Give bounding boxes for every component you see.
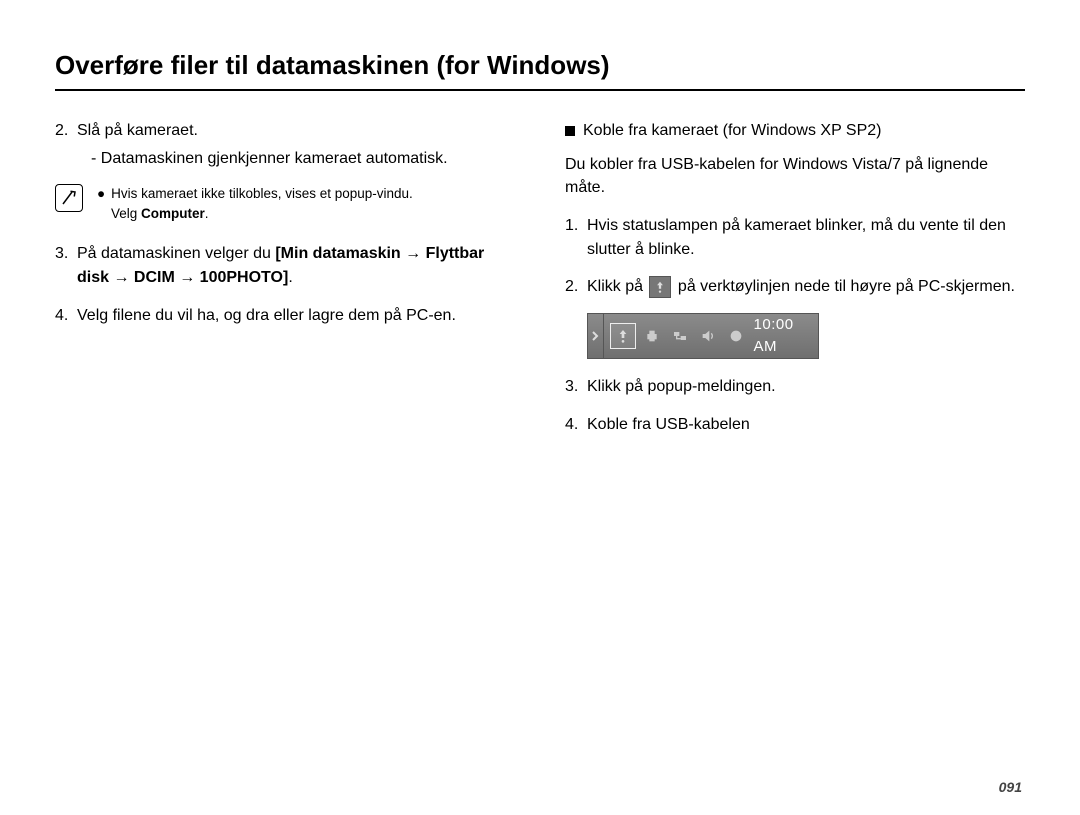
r-step-1: 1. Hvis statuslampen på kameraet blinker… xyxy=(565,214,1025,261)
page-title: Overføre filer til datamaskinen (for Win… xyxy=(55,50,1025,91)
step-2: 2. Slå på kameraet. - Datamaskinen gjenk… xyxy=(55,119,515,170)
step-subtext: - Datamaskinen gjenkjenner kameraet auto… xyxy=(91,147,515,171)
two-column-layout: 2. Slå på kameraet. - Datamaskinen gjenk… xyxy=(55,119,1025,450)
note-line-1: Hvis kameraet ikke tilkobles, vises et p… xyxy=(111,184,413,204)
subheading: Koble fra kameraet (for Windows XP SP2) xyxy=(565,119,1025,143)
step-body: Slå på kameraet. - Datamaskinen gjenkjen… xyxy=(77,119,515,170)
eject-usb-icon xyxy=(649,276,671,298)
notification-icon xyxy=(724,324,748,348)
r-step-2: 2. Klikk på på verktøylinjen nede til hø… xyxy=(565,275,1025,299)
volume-icon xyxy=(696,324,720,348)
r2-pre: Klikk på xyxy=(587,278,647,295)
network-icon xyxy=(668,324,692,348)
eject-usb-icon xyxy=(610,323,636,349)
step-number: 4. xyxy=(565,413,587,437)
manual-page: Overføre filer til datamaskinen (for Win… xyxy=(0,0,1080,815)
step-text: Slå på kameraet. xyxy=(77,122,198,139)
step-number: 2. xyxy=(55,119,77,170)
step-body: Klikk på popup-meldingen. xyxy=(587,375,1025,399)
printer-icon xyxy=(640,324,664,348)
note-line-2-post: . xyxy=(205,206,209,221)
step-body: Koble fra USB-kabelen xyxy=(587,413,1025,437)
step-number: 4. xyxy=(55,304,77,328)
note-text: ● Hvis kameraet ikke tilkobles, vises et… xyxy=(97,184,515,224)
r-step-4: 4. Koble fra USB-kabelen xyxy=(565,413,1025,437)
note-line-2-bold: Computer xyxy=(141,206,205,221)
step-body: Klikk på på verktøylinjen nede til høyre… xyxy=(587,275,1025,299)
step3-pre: På datamaskinen velger du xyxy=(77,245,275,262)
step-3: 3. På datamaskinen velger du [Min datama… xyxy=(55,242,515,289)
tray-clock: 10:00 AM xyxy=(754,314,818,358)
step-number: 3. xyxy=(565,375,587,399)
paragraph: Du kobler fra USB-kabelen for Windows Vi… xyxy=(565,153,1025,200)
step-body: Velg filene du vil ha, og dra eller lagr… xyxy=(77,304,515,328)
step-number: 1. xyxy=(565,214,587,261)
tray-icons xyxy=(604,323,754,349)
note-box: ● Hvis kameraet ikke tilkobles, vises et… xyxy=(55,184,515,224)
step-body: Hvis statuslampen på kameraet blinker, m… xyxy=(587,214,1025,261)
step3-post: . xyxy=(288,269,292,286)
page-number: 091 xyxy=(999,779,1022,795)
square-bullet-icon xyxy=(565,126,575,136)
left-column: 2. Slå på kameraet. - Datamaskinen gjenk… xyxy=(55,119,515,450)
systray-screenshot: 10:00 AM xyxy=(587,313,819,359)
bullet: ● xyxy=(97,184,105,204)
r-step-3: 3. Klikk på popup-meldingen. xyxy=(565,375,1025,399)
step-4: 4. Velg filene du vil ha, og dra eller l… xyxy=(55,304,515,328)
note-line-2-pre: Velg xyxy=(111,206,141,221)
step-number: 2. xyxy=(565,275,587,299)
right-column: Koble fra kameraet (for Windows XP SP2) … xyxy=(565,119,1025,450)
subheading-text: Koble fra kameraet (for Windows XP SP2) xyxy=(583,119,882,143)
step-number: 3. xyxy=(55,242,77,289)
r2-post: på verktøylinjen nede til høyre på PC-sk… xyxy=(678,278,1015,295)
step-body: På datamaskinen velger du [Min datamaski… xyxy=(77,242,515,289)
note-icon xyxy=(55,184,83,212)
tray-expand-arrow-icon xyxy=(588,314,604,358)
